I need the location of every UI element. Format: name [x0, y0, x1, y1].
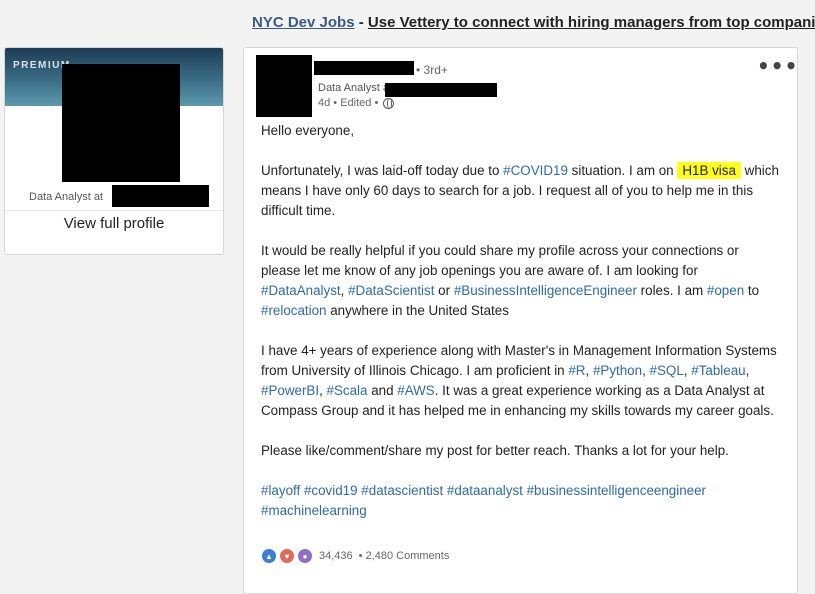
- text: or: [434, 283, 454, 298]
- hashtag-link[interactable]: #R: [568, 363, 585, 378]
- text: ,: [340, 283, 349, 298]
- like-reaction-icon: ▲: [261, 548, 277, 564]
- hashtag-link[interactable]: #BusinessIntelligenceEngineer: [454, 283, 637, 298]
- post-paragraph: Please like/comment/share my post for be…: [261, 443, 729, 458]
- text: anywhere in the United States: [326, 303, 509, 318]
- author-avatar[interactable]: [256, 55, 312, 117]
- comment-count[interactable]: • 2,480 Comments: [359, 550, 450, 562]
- post-meta: 4d • Edited •: [318, 97, 395, 109]
- hashtag-link[interactable]: #COVID19: [503, 163, 568, 178]
- hashtag-link[interactable]: #Python: [593, 363, 642, 378]
- post-timestamp: 4d • Edited •: [318, 97, 379, 109]
- text: and: [367, 383, 398, 398]
- author-headline: Data Analyst at: [318, 82, 392, 94]
- text: roles. I am: [636, 283, 707, 298]
- hashtag-link[interactable]: #SQL: [650, 363, 684, 378]
- hashtag-list: #layoff #covid19 #datascientist #dataana…: [261, 481, 781, 521]
- hashtag-link[interactable]: #covid19: [304, 483, 358, 498]
- hashtag-link[interactable]: #relocation: [261, 303, 327, 318]
- ad-text[interactable]: Use Vettery to connect with hiring manag…: [368, 14, 815, 31]
- highlighted-text: H1B visa: [677, 162, 741, 179]
- connection-degree: • 3rd+: [416, 63, 448, 77]
- hashtag-link[interactable]: #datascientist: [361, 483, 443, 498]
- globe-icon: [383, 97, 395, 109]
- post-paragraph: It would be really helpful if you could …: [261, 241, 781, 321]
- post-body: Hello everyone, Unfortunately, I was lai…: [261, 121, 781, 541]
- hashtag-link[interactable]: #Tableau: [691, 363, 745, 378]
- hashtag-link[interactable]: #Scala: [327, 383, 368, 398]
- post-greeting: Hello everyone,: [261, 123, 355, 138]
- post-paragraph: Unfortunately, I was laid-off today due …: [261, 161, 781, 221]
- hashtag-link[interactable]: #AWS: [397, 383, 434, 398]
- love-reaction-icon: ♥: [279, 548, 295, 564]
- text: It would be really helpful if you could …: [261, 243, 739, 278]
- hashtag-link[interactable]: #DataAnalyst: [261, 283, 341, 298]
- profile-card: PREMIUM Data Analyst at View full profil…: [4, 47, 224, 255]
- hashtag-link[interactable]: #layoff: [261, 483, 300, 498]
- text: situation. I am on: [567, 163, 678, 178]
- hashtag-link[interactable]: #businessintelligenceengineer: [527, 483, 706, 498]
- hashtag-link[interactable]: #dataanalyst: [447, 483, 523, 498]
- text: to: [744, 283, 760, 298]
- reaction-count[interactable]: 34,436: [319, 550, 353, 562]
- hashtag-link[interactable]: #open: [707, 283, 744, 298]
- reactions-bar[interactable]: ▲ ♥ ● 34,436 • 2,480 Comments: [261, 548, 449, 564]
- hashtag-link[interactable]: #PowerBI: [261, 383, 319, 398]
- ad-banner[interactable]: NYC Dev Jobs - Use Vettery to connect wi…: [252, 14, 815, 31]
- more-options-icon[interactable]: •••: [757, 56, 798, 76]
- ad-link[interactable]: NYC Dev Jobs: [252, 14, 355, 31]
- curious-reaction-icon: ●: [297, 548, 313, 564]
- view-full-profile-link[interactable]: View full profile: [5, 215, 223, 232]
- redacted-company: [112, 185, 209, 207]
- text: Unfortunately, I was laid-off today due …: [261, 163, 504, 178]
- avatar[interactable]: [62, 64, 180, 182]
- divider: [5, 210, 223, 211]
- hashtag-link[interactable]: #DataScientist: [348, 283, 434, 298]
- profile-headline: Data Analyst at: [29, 191, 103, 203]
- hashtag-link[interactable]: #machinelearning: [261, 503, 367, 518]
- post-card: • 3rd+ Data Analyst at 4d • Edited • •••…: [243, 47, 798, 594]
- author-name[interactable]: [314, 61, 414, 75]
- ad-separator: -: [354, 14, 368, 31]
- redacted-company: [385, 83, 497, 97]
- post-paragraph: I have 4+ years of experience along with…: [261, 343, 777, 418]
